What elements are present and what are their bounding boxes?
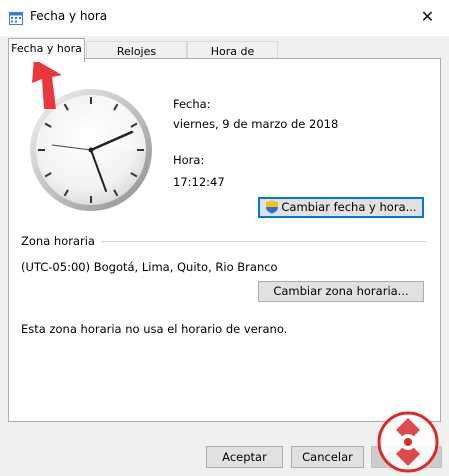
change-timezone-button[interactable]: Cambiar zona horaria...	[258, 281, 424, 302]
red-arrow-annotation	[32, 59, 62, 109]
uac-shield-icon	[266, 200, 279, 214]
title-bar: Fecha y hora ✕	[0, 0, 449, 36]
date-label: Fecha:	[173, 97, 211, 111]
tab-fecha-y-hora[interactable]: Fecha y hora	[8, 38, 85, 62]
window-title: Fecha y hora	[30, 9, 108, 23]
ok-button[interactable]: Aceptar	[206, 446, 283, 468]
date-value: viernes, 9 de marzo de 2018	[173, 117, 339, 131]
close-button[interactable]: ✕	[406, 2, 449, 32]
change-datetime-button[interactable]: Cambiar fecha y hora...	[258, 197, 424, 218]
calendar-clock-icon	[9, 12, 23, 25]
change-datetime-label: Cambiar fecha y hora...	[281, 200, 417, 214]
time-label: Hora:	[173, 153, 205, 167]
dst-note: Esta zona horaria no usa el horario de v…	[21, 322, 288, 336]
tab-panel: Fecha: viernes, 9 de marzo de 2018 Hora:…	[8, 58, 441, 422]
timezone-value: (UTC-05:00) Bogotá, Lima, Quito, Rio Bra…	[21, 260, 278, 274]
cancel-button[interactable]: Cancelar	[291, 446, 364, 468]
solvetic-logo	[377, 411, 439, 473]
section-divider	[101, 241, 426, 242]
timezone-section-label: Zona horaria	[21, 234, 99, 248]
time-value: 17:12:47	[173, 175, 225, 189]
